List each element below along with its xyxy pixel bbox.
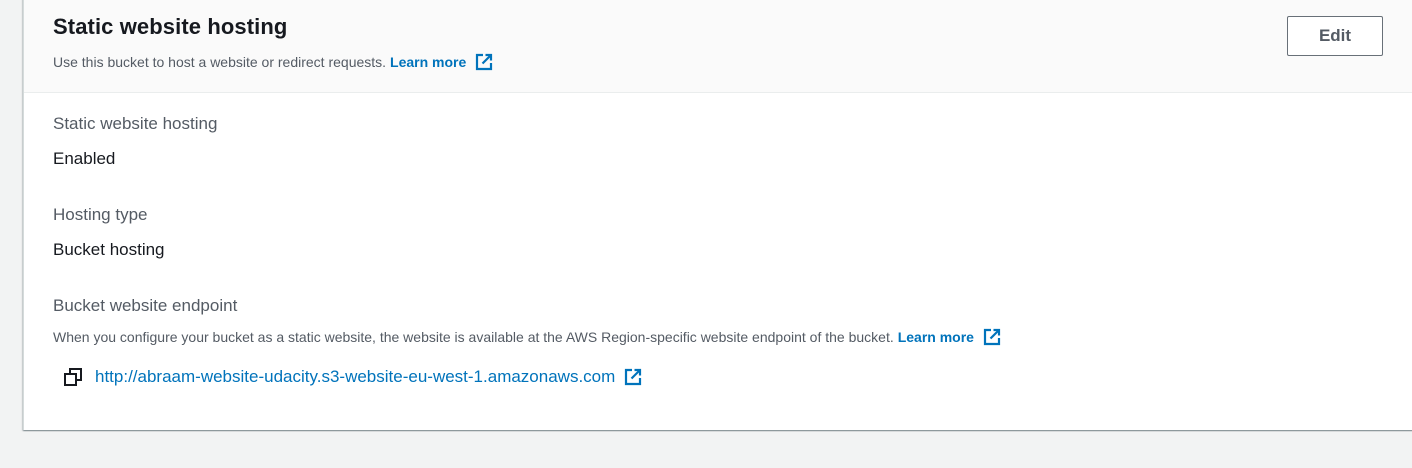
endpoint-help-text: When you configure your bucket as a stat… — [53, 329, 894, 345]
endpoint-learn-more-link[interactable]: Learn more — [898, 327, 1002, 347]
static-website-hosting-panel: Static website hosting Use this bucket t… — [23, 0, 1412, 430]
bucket-website-endpoint-help: When you configure your bucket as a stat… — [53, 327, 1002, 347]
hosting-type-label: Hosting type — [53, 205, 148, 224]
endpoint-url-link[interactable]: http://abraam-website-udacity.s3-website… — [95, 367, 615, 387]
panel-header: Static website hosting Use this bucket t… — [24, 0, 1412, 93]
panel-description-text: Use this bucket to host a website or red… — [53, 54, 387, 70]
static-website-hosting-label: Static website hosting — [53, 114, 218, 133]
hosting-type-value: Bucket hosting — [53, 240, 165, 259]
learn-more-label: Learn more — [390, 54, 467, 70]
external-link-icon — [474, 52, 494, 72]
static-website-hosting-value: Enabled — [53, 149, 116, 168]
copy-icon[interactable] — [63, 367, 83, 387]
bucket-website-endpoint-label: Bucket website endpoint — [53, 296, 238, 315]
panel-title: Static website hosting — [53, 14, 288, 39]
external-link-icon — [982, 327, 1002, 347]
edit-button[interactable]: Edit — [1287, 16, 1383, 56]
panel-description: Use this bucket to host a website or red… — [53, 52, 494, 72]
endpoint-learn-more-label: Learn more — [897, 329, 974, 345]
bucket-website-endpoint: http://abraam-website-udacity.s3-website… — [63, 367, 643, 387]
learn-more-link[interactable]: Learn more — [390, 52, 494, 72]
external-link-icon — [623, 367, 643, 387]
